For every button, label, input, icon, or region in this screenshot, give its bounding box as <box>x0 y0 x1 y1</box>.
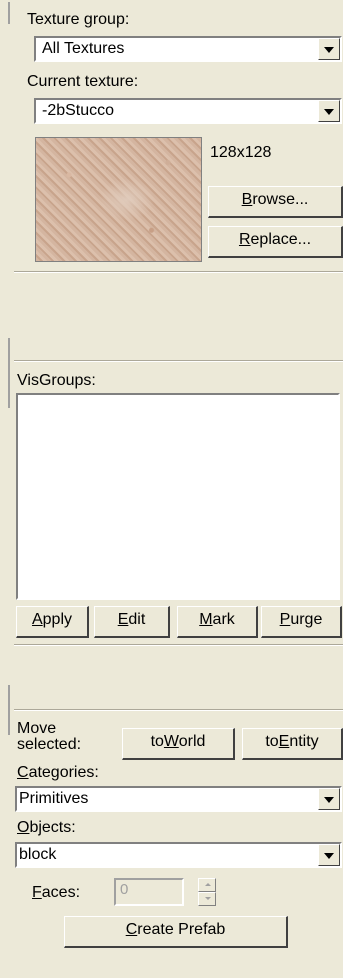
panel-edge-mark <box>8 715 10 735</box>
create-prefab-button[interactable]: Create Prefab <box>64 916 288 948</box>
texture-group-dropdown[interactable]: All Textures <box>34 36 342 62</box>
spin-up-icon[interactable] <box>198 878 216 892</box>
empty-panel <box>14 646 343 710</box>
purge-button[interactable]: Purge <box>261 606 342 638</box>
faces-input[interactable]: 0 <box>114 878 184 906</box>
objects-label: Objects: <box>17 819 76 836</box>
visgroups-label: VisGroups: <box>17 372 96 389</box>
chevron-down-icon[interactable] <box>318 38 340 60</box>
chevron-down-icon[interactable] <box>318 100 340 122</box>
spin-down-icon[interactable] <box>198 892 216 906</box>
visgroups-list[interactable] <box>16 393 340 600</box>
browse-button[interactable]: Browse... <box>208 186 343 218</box>
apply-button[interactable]: Apply <box>16 606 89 638</box>
objects-value: block <box>19 846 57 863</box>
move-selected-label: Move selected: <box>17 720 82 753</box>
categories-dropdown[interactable]: Primitives <box>15 786 342 812</box>
current-texture-label: Current texture: <box>27 73 139 90</box>
current-texture-dropdown[interactable]: -2bStucco <box>34 98 342 124</box>
objects-panel: Move selected: toWorld toEntity Categori… <box>14 711 343 978</box>
texture-panel: Texture group: All Textures Current text… <box>14 0 343 272</box>
categories-value: Primitives <box>19 790 89 807</box>
texture-group-label: Texture group: <box>27 11 130 28</box>
faces-label: Faces: <box>32 884 81 901</box>
chevron-down-icon[interactable] <box>318 844 340 866</box>
texture-group-value: All Textures <box>42 40 125 57</box>
current-texture-value: -2bStucco <box>42 102 115 119</box>
mark-button[interactable]: Mark <box>177 606 258 638</box>
panel-edge-mark <box>8 2 10 24</box>
panel-edge-mark <box>8 338 10 408</box>
visgroups-panel: VisGroups: Apply Edit Mark Purge <box>14 362 343 662</box>
categories-label: Categories: <box>17 764 99 781</box>
texture-preview-image[interactable] <box>35 137 202 262</box>
to-entity-button[interactable]: toEntity <box>242 728 343 760</box>
to-world-button[interactable]: toWorld <box>122 728 235 760</box>
panel-edge-mark <box>8 685 10 715</box>
replace-button[interactable]: Replace... <box>208 226 343 258</box>
texture-size-text: 128x128 <box>210 144 272 161</box>
empty-panel <box>14 273 343 361</box>
edit-button[interactable]: Edit <box>94 606 170 638</box>
objects-dropdown[interactable]: block <box>15 842 342 868</box>
chevron-down-icon[interactable] <box>318 788 340 810</box>
faces-spinner[interactable] <box>198 878 216 906</box>
